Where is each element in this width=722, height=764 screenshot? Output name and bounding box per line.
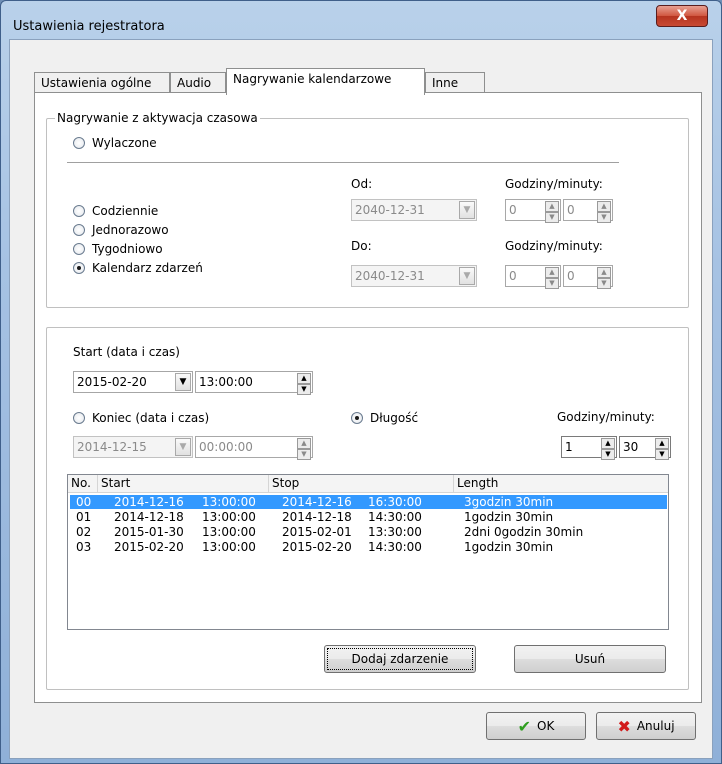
radio-length[interactable]: Długość: [351, 410, 418, 426]
radio-disabled-off[interactable]: Wylaczone: [73, 135, 157, 151]
to-date-picker[interactable]: 2040-12-31 ▼: [351, 265, 477, 287]
chevron-down-icon[interactable]: ▼: [459, 267, 475, 285]
start-time-spinner[interactable]: 13:00:00 ▲ ▼: [195, 371, 313, 395]
to-hours-spinner[interactable]: 0 ▲ ▼: [505, 265, 561, 289]
tab-calendar-recording[interactable]: Nagrywanie kalendarzowe: [226, 68, 425, 95]
cancel-x-icon: ✖: [617, 716, 631, 736]
close-icon: X: [676, 8, 688, 24]
radio-weekly[interactable]: Tygodniowo: [73, 241, 163, 257]
radio-checked-icon: [351, 412, 363, 424]
chevron-down-icon[interactable]: ▼: [175, 438, 191, 456]
length-hours-spinner[interactable]: 1 ▲ ▼: [561, 436, 617, 460]
timed-activation-title: Nagrywanie z aktywacja czasowa: [55, 111, 260, 125]
from-label: Od:: [351, 177, 373, 191]
title-bar[interactable]: Ustawienia rejestratora X: [1, 1, 721, 37]
radio-icon: [73, 205, 85, 217]
cancel-button[interactable]: ✖ Anuluj: [596, 712, 696, 740]
spin-arrows-icon[interactable]: ▲ ▼: [545, 267, 559, 289]
to-minutes-spinner[interactable]: 0 ▲ ▼: [563, 265, 613, 289]
table-row[interactable]: 03 2015-02-20 13:00:00 2015-02-20 14:30:…: [70, 540, 667, 554]
chevron-down-icon[interactable]: ▼: [459, 201, 475, 219]
events-table[interactable]: No. Start Stop Length 00 2014-12-16 13:0…: [67, 474, 669, 630]
table-row[interactable]: 02 2015-01-30 13:00:00 2015-02-01 13:30:…: [70, 525, 667, 539]
length-hours-minutes-label: Godziny/minuty:: [557, 410, 655, 424]
table-header: No. Start Stop Length: [68, 475, 668, 493]
timed-activation-group: Nagrywanie z aktywacja czasowa Wylaczone…: [46, 111, 689, 308]
end-date-picker[interactable]: 2014-12-15 ▼: [73, 436, 193, 458]
from-hours-minutes-label: Godziny/minuty:: [505, 177, 603, 191]
spin-arrows-icon[interactable]: ▲ ▼: [297, 438, 311, 460]
close-button[interactable]: X: [656, 5, 708, 27]
spin-arrows-icon[interactable]: ▲ ▼: [297, 373, 311, 395]
ok-button[interactable]: ✔ OK: [486, 712, 586, 740]
start-label: Start (data i czas): [73, 345, 180, 359]
from-minutes-spinner[interactable]: 0 ▲ ▼: [563, 199, 613, 223]
start-date-picker[interactable]: 2015-02-20 ▼: [73, 371, 193, 393]
end-time-spinner[interactable]: 00:00:00 ▲ ▼: [195, 436, 313, 460]
window-title: Ustawienia rejestratora: [13, 19, 165, 34]
to-hours-minutes-label: Godziny/minuty:: [505, 239, 603, 253]
remove-event-button[interactable]: Usuń: [514, 645, 666, 673]
dialog-window: Ustawienia rejestratora X Ustawienia ogó…: [0, 0, 722, 764]
table-row[interactable]: 00 2014-12-16 13:00:00 2014-12-16 16:30:…: [70, 495, 667, 509]
spin-arrows-icon[interactable]: ▲ ▼: [545, 201, 559, 223]
radio-end-datetime[interactable]: Koniec (data i czas): [73, 410, 209, 426]
column-header-stop[interactable]: Stop: [269, 475, 454, 493]
table-row[interactable]: 01 2014-12-18 13:00:00 2014-12-18 14:30:…: [70, 510, 667, 524]
spin-arrows-icon[interactable]: ▲ ▼: [655, 438, 669, 460]
length-minutes-spinner[interactable]: 30 ▲ ▼: [619, 436, 671, 460]
column-header-start[interactable]: Start: [98, 475, 269, 493]
to-label: Do:: [351, 239, 372, 253]
radio-checked-icon: [73, 262, 85, 274]
tab-panel-calendar: Nagrywanie z aktywacja czasowa Wylaczone…: [34, 92, 702, 703]
from-hours-spinner[interactable]: 0 ▲ ▼: [505, 199, 561, 223]
event-calendar-group: Start (data i czas) 2015-02-20 ▼ 13:00:0…: [46, 327, 689, 690]
radio-event-calendar[interactable]: Kalendarz zdarzeń: [73, 260, 203, 276]
checkmark-icon: ✔: [517, 716, 532, 736]
radio-icon: [73, 412, 85, 424]
radio-icon: [73, 224, 85, 236]
radio-icon: [73, 243, 85, 255]
tab-general-settings[interactable]: Ustawienia ogólne: [34, 72, 170, 94]
tab-other[interactable]: Inne: [425, 72, 485, 94]
from-date-picker[interactable]: 2040-12-31 ▼: [351, 199, 477, 221]
dialog-client-area: Ustawienia ogólne Audio Nagrywanie kalen…: [9, 39, 713, 759]
tab-audio[interactable]: Audio: [170, 72, 226, 94]
radio-icon: [73, 137, 85, 149]
chevron-down-icon[interactable]: ▼: [175, 373, 191, 391]
spin-arrows-icon[interactable]: ▲ ▼: [597, 201, 611, 223]
spin-arrows-icon[interactable]: ▲ ▼: [601, 438, 615, 460]
radio-daily[interactable]: Codziennie: [73, 203, 158, 219]
add-event-button[interactable]: Dodaj zdarzenie: [324, 645, 476, 673]
spin-arrows-icon[interactable]: ▲ ▼: [597, 267, 611, 289]
column-header-no[interactable]: No.: [68, 475, 98, 493]
column-header-length[interactable]: Length: [454, 475, 668, 493]
radio-once[interactable]: Jednorazowo: [73, 222, 169, 238]
separator: [67, 162, 619, 163]
